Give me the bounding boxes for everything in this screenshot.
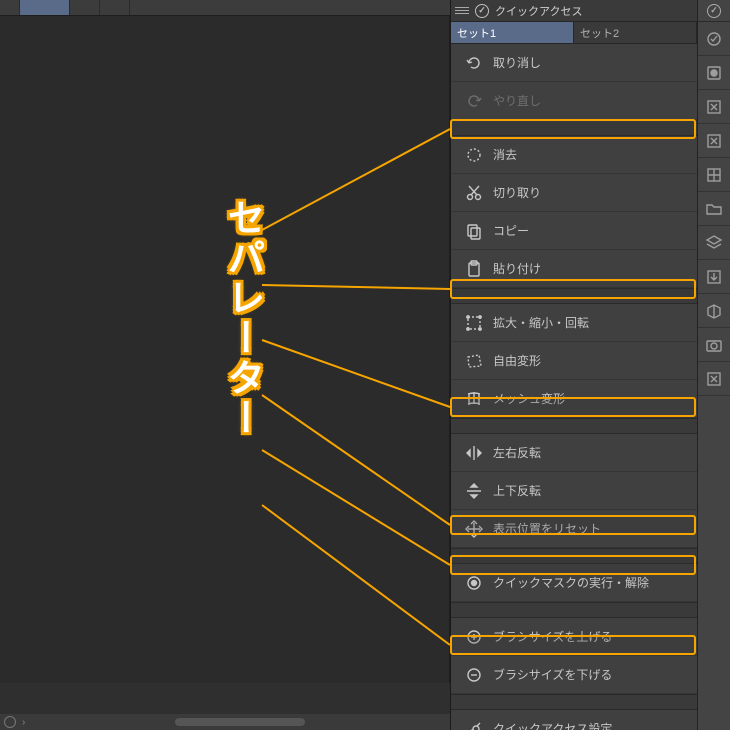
- side-strip: ✓: [697, 0, 730, 730]
- strip-qa-icon[interactable]: [698, 22, 730, 56]
- cut-icon: [465, 184, 483, 202]
- paste-icon: [465, 260, 483, 278]
- qa-item-label: 上下反転: [493, 482, 541, 499]
- clear-icon: [465, 146, 483, 164]
- qa-item-fliph[interactable]: 左右反転: [451, 434, 697, 472]
- separator: [451, 602, 697, 618]
- canvas-area[interactable]: [0, 15, 450, 683]
- strip-record-icon[interactable]: [698, 56, 730, 90]
- qmask-icon: [465, 574, 483, 592]
- qa-item-label: 表示位置をリセット: [493, 520, 601, 537]
- fliph-icon: [465, 444, 483, 462]
- brushdown-icon: [465, 666, 483, 684]
- qa-item-label: ブラシサイズを下げる: [493, 666, 612, 683]
- strip-tag-icon[interactable]: [698, 294, 730, 328]
- strip-box-x-icon[interactable]: [698, 90, 730, 124]
- qa-item-paste[interactable]: 貼り付け: [451, 250, 697, 288]
- qa-item-label: 貼り付け: [493, 260, 541, 277]
- toolbar-button[interactable]: [100, 0, 130, 15]
- qa-item-brushdown[interactable]: ブラシサイズを下げる: [451, 656, 697, 694]
- qa-item-label: 切り取り: [493, 184, 541, 201]
- panel-menu-icon[interactable]: [455, 4, 469, 18]
- strip-grid-icon[interactable]: [698, 158, 730, 192]
- strip-header-icon[interactable]: ✓: [698, 0, 730, 22]
- strip-layers-icon[interactable]: [698, 226, 730, 260]
- qa-item-label: 左右反転: [493, 444, 541, 461]
- qa-item-qmask[interactable]: クイックマスクの実行・解除: [451, 564, 697, 602]
- tab-bar: セット1 セット2: [451, 22, 697, 44]
- separator: [451, 288, 697, 304]
- quick-access-panel: ✓ クイックアクセス セット1 セット2 取り消しやり直し消去切り取りコピー貼り…: [450, 0, 697, 730]
- quick-access-icon: ✓: [475, 4, 489, 18]
- mesh-icon: [465, 390, 483, 408]
- strip-close-icon[interactable]: [698, 362, 730, 396]
- qa-item-mesh[interactable]: メッシュ変形: [451, 380, 697, 418]
- quick-access-list: 取り消しやり直し消去切り取りコピー貼り付け拡大・縮小・回転自由変形メッシュ変形左…: [451, 44, 697, 730]
- qa-item-label: 拡大・縮小・回転: [493, 314, 589, 331]
- qa-item-free[interactable]: 自由変形: [451, 342, 697, 380]
- strip-download-icon[interactable]: [698, 260, 730, 294]
- scroll-thumb[interactable]: [175, 718, 305, 726]
- tab-set-1[interactable]: セット1: [451, 22, 574, 43]
- qa-item-reset[interactable]: 表示位置をリセット: [451, 510, 697, 548]
- qa-item-copy[interactable]: コピー: [451, 212, 697, 250]
- qa-item-cut[interactable]: 切り取り: [451, 174, 697, 212]
- qa-item-brushup[interactable]: ブラシサイズを上げる: [451, 618, 697, 656]
- qa-item-label: クイックアクセス設定: [493, 720, 612, 730]
- redo-icon: [465, 92, 483, 110]
- toolbar-button[interactable]: [70, 0, 100, 15]
- top-toolbar: [0, 0, 450, 15]
- horizontal-scrollbar[interactable]: ›: [0, 714, 450, 730]
- toolbar-button[interactable]: [0, 0, 20, 15]
- panel-header: ✓ クイックアクセス: [451, 0, 697, 22]
- separator: [451, 694, 697, 710]
- reset-icon: [465, 520, 483, 538]
- qa-item-label: メッシュ変形: [493, 390, 565, 407]
- qa-item-label: 自由変形: [493, 352, 541, 369]
- qa-item-label: 消去: [493, 146, 517, 163]
- qa-item-redo[interactable]: やり直し: [451, 82, 697, 120]
- qa-item-clear[interactable]: 消去: [451, 136, 697, 174]
- separator: [451, 548, 697, 564]
- qa-item-transform[interactable]: 拡大・縮小・回転: [451, 304, 697, 342]
- qa-item-settings[interactable]: クイックアクセス設定: [451, 710, 697, 730]
- qa-item-label: コピー: [493, 222, 529, 239]
- transform-icon: [465, 314, 483, 332]
- copy-icon: [465, 222, 483, 240]
- qa-item-flipv[interactable]: 上下反転: [451, 472, 697, 510]
- flipv-icon: [465, 482, 483, 500]
- tab-set-2[interactable]: セット2: [574, 22, 697, 43]
- separator: [451, 418, 697, 434]
- panel-title: クイックアクセス: [495, 3, 582, 19]
- strip-box-x2-icon[interactable]: [698, 124, 730, 158]
- tick-icon: ›: [22, 717, 25, 728]
- settings-icon: [465, 720, 483, 730]
- free-icon: [465, 352, 483, 370]
- qa-item-label: 取り消し: [493, 54, 541, 71]
- strip-folder-icon[interactable]: [698, 192, 730, 226]
- strip-camera-icon[interactable]: [698, 328, 730, 362]
- qa-item-undo[interactable]: 取り消し: [451, 44, 697, 82]
- brushup-icon: [465, 628, 483, 646]
- qa-item-label: ブラシサイズを上げる: [493, 628, 612, 645]
- undo-icon: [465, 54, 483, 72]
- toolbar-button[interactable]: [20, 0, 70, 15]
- separator: [451, 120, 697, 136]
- qa-item-label: クイックマスクの実行・解除: [493, 574, 649, 591]
- nav-circle-icon[interactable]: [4, 716, 16, 728]
- qa-item-label: やり直し: [493, 92, 541, 109]
